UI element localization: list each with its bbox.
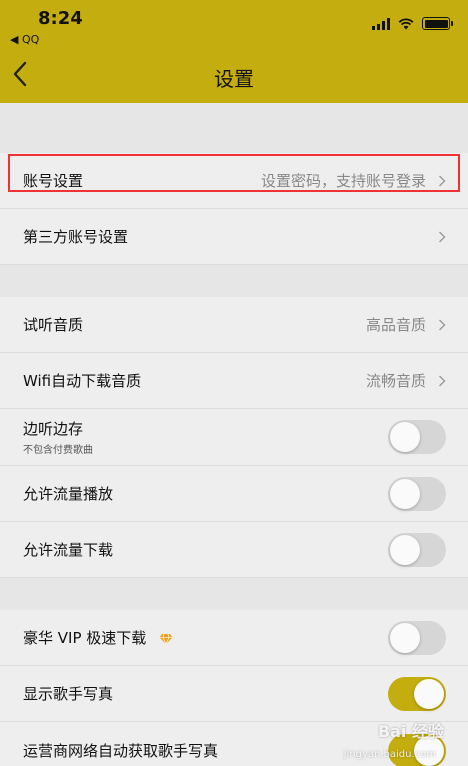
listen-and-save-text: 边听边存 不包含付费歌曲 <box>23 418 388 456</box>
show-singer-photo-row: 显示歌手写真 <box>0 666 468 722</box>
watermark-logo: Bai 经验 <box>377 722 444 741</box>
toggle-knob <box>390 422 420 452</box>
diamond-icon <box>159 633 173 645</box>
status-icons <box>372 17 453 30</box>
app-header: 8:24 ◀ QQ 设置 <box>0 0 468 103</box>
account-settings-label: 账号设置 <box>23 172 84 190</box>
section-gap <box>0 265 468 297</box>
account-settings-row[interactable]: 账号设置 设置密码，支持账号登录 <box>0 153 468 209</box>
vip-fast-download-label: 豪华 VIP 极速下载 <box>23 629 147 647</box>
section-gap <box>0 103 468 153</box>
battery-icon <box>422 17 453 30</box>
cellular-signal-icon <box>372 17 390 30</box>
audition-quality-value: 高品音质 <box>365 316 426 334</box>
status-back-to-app[interactable]: ◀ QQ <box>10 33 39 46</box>
allow-data-download-label: 允许流量下载 <box>23 541 114 559</box>
settings-list: 账号设置 设置密码，支持账号登录 第三方账号设置 试听音质 高品音质 Wifi自… <box>0 103 468 766</box>
section-gap <box>0 578 468 610</box>
status-time: 8:24 <box>38 8 83 29</box>
listen-and-save-row: 边听边存 不包含付费歌曲 <box>0 409 468 466</box>
page-title: 设置 <box>214 67 254 91</box>
third-party-account-label: 第三方账号设置 <box>23 228 129 246</box>
show-singer-photo-toggle[interactable] <box>388 676 446 711</box>
toggle-knob <box>390 534 420 565</box>
toggle-knob <box>390 478 420 509</box>
listen-and-save-toggle[interactable] <box>388 420 446 454</box>
third-party-account-row[interactable]: 第三方账号设置 <box>0 209 468 265</box>
watermark-url: jingyan.baidu.com <box>343 749 436 760</box>
carrier-auto-fetch-photo-label: 运营商网络自动获取歌手写真 <box>23 742 219 760</box>
toggle-knob <box>390 622 420 653</box>
vip-fast-download-toggle[interactable] <box>388 620 446 655</box>
chevron-right-icon <box>439 319 446 330</box>
audition-quality-row[interactable]: 试听音质 高品音质 <box>0 297 468 353</box>
allow-data-download-toggle[interactable] <box>388 532 446 567</box>
listen-and-save-sublabel: 不包含付费歌曲 <box>23 445 93 456</box>
allow-data-play-toggle[interactable] <box>388 476 446 511</box>
wifi-icon <box>398 17 414 29</box>
chevron-right-icon <box>439 375 446 386</box>
vip-fast-download-label-wrap: 豪华 VIP 极速下载 <box>23 627 388 648</box>
allow-data-play-row: 允许流量播放 <box>0 466 468 522</box>
vip-fast-download-row: 豪华 VIP 极速下载 <box>0 610 468 666</box>
audition-quality-label: 试听音质 <box>23 316 84 334</box>
listen-and-save-label: 边听边存 <box>23 420 84 438</box>
chevron-right-icon <box>439 231 446 242</box>
chevron-right-icon <box>439 175 446 186</box>
wifi-download-quality-value: 流畅音质 <box>365 372 426 390</box>
wifi-download-quality-row[interactable]: Wifi自动下载音质 流畅音质 <box>0 353 468 409</box>
allow-data-download-row: 允许流量下载 <box>0 522 468 578</box>
toggle-knob <box>414 678 444 709</box>
wifi-download-quality-label: Wifi自动下载音质 <box>23 372 142 390</box>
show-singer-photo-label: 显示歌手写真 <box>23 685 114 703</box>
allow-data-play-label: 允许流量播放 <box>23 485 114 503</box>
account-settings-value: 设置密码，支持账号登录 <box>260 172 426 190</box>
